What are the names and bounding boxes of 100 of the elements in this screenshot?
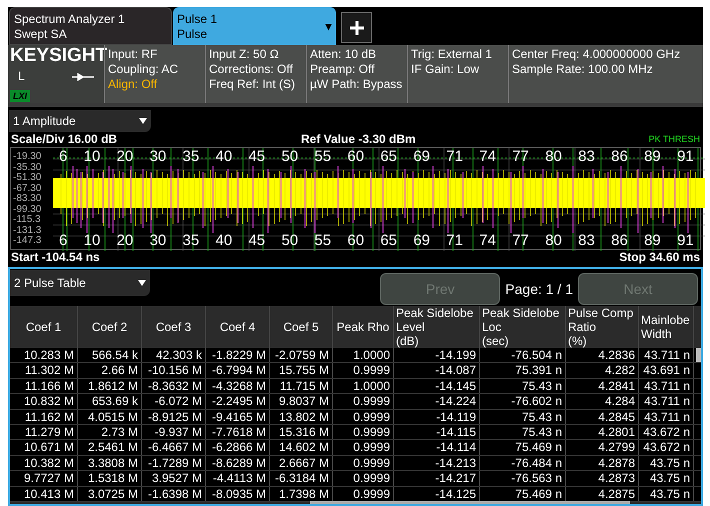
pulse-number: 45 — [248, 232, 266, 249]
table-cell: -76.484 n — [480, 456, 566, 470]
table-cell: 75.43 n — [480, 410, 566, 424]
table-cell: -6.3184 M — [270, 471, 333, 486]
table-cell: -1.7289 M — [142, 456, 206, 470]
table-cell: 10.671 M — [10, 440, 78, 455]
table-cell: 0.9999 — [333, 363, 394, 378]
pulse-number: 50 — [281, 232, 298, 249]
tab-title: Spectrum Analyzer 1 — [14, 12, 125, 27]
page-indicator: Page: 1 / 1 — [505, 280, 573, 299]
table-cell: 4.2845 — [566, 410, 639, 424]
table-cell: 43.711 n — [639, 348, 694, 362]
table-cell: -9.4165 M — [206, 410, 270, 424]
pulse-number: 80 — [545, 148, 562, 165]
table-cell: -76.504 n — [480, 348, 566, 362]
table-cell: 4.2841 — [566, 378, 639, 394]
table-cell: 1.8612 M — [78, 378, 142, 394]
table-cell: 9.7727 M — [10, 471, 78, 486]
tab-subtitle: Pulse — [177, 27, 208, 42]
y-axis-label: -19.30 — [13, 152, 42, 162]
pulse-number: 74 — [479, 232, 496, 249]
table-cell: -14.145 — [394, 378, 480, 394]
mode-letter: L — [18, 69, 25, 84]
table-cell: -8.0935 M — [206, 486, 270, 501]
window-selector-dropdown[interactable]: 2 Pulse Table — [10, 270, 150, 296]
window-selector-dropdown[interactable]: 1 Amplitude — [9, 110, 151, 132]
y-axis-label: -67.30 — [13, 184, 42, 194]
table-cell: 11.279 M — [10, 424, 78, 440]
pulse-number: 89 — [644, 148, 661, 165]
table-cell: 42.303 k — [142, 348, 206, 362]
stop-label: Stop 34.60 ms — [619, 250, 700, 265]
table-cell: 75.43 n — [480, 424, 566, 440]
table-cell: 43.711 n — [639, 410, 694, 424]
status-text: Input: RF — [108, 47, 158, 62]
pulse-number: 69 — [413, 148, 430, 165]
pulse-number: 60 — [347, 148, 364, 165]
table-cell: 43.75 n — [639, 456, 694, 470]
table-cell: 13.802 M — [270, 410, 333, 424]
lxi-badge: LXI — [10, 90, 30, 102]
status-text: Sample Rate: 100.00 MHz — [512, 62, 654, 77]
table-cell: -14.224 — [394, 394, 480, 409]
table-cell: 14.602 M — [270, 440, 333, 455]
table-cell: 1.0000 — [333, 378, 394, 394]
y-axis-label: -35.30 — [13, 162, 42, 173]
table-cell: 4.2801 — [566, 424, 639, 440]
document-tab[interactable]: Pulse 1 Pulse — [173, 7, 336, 45]
y-axis-label: -131.3 — [13, 226, 42, 236]
table-cell: 4.282 — [566, 363, 639, 378]
table-cell: -4.4113 M — [206, 471, 270, 486]
pulse-number: 83 — [578, 148, 595, 165]
table-cell: 0.9999 — [333, 410, 394, 424]
table-cell: 43.711 n — [639, 394, 694, 409]
table-cell: -14.114 — [394, 440, 480, 455]
pulse-number: 35 — [182, 148, 200, 165]
table-cell: 2.73 M — [78, 424, 142, 440]
pulse-number: 40 — [216, 148, 232, 165]
table-cell: 4.2878 — [566, 456, 639, 470]
start-label: Start -104.54 ns — [11, 250, 100, 265]
table-cell: 11.166 M — [10, 378, 78, 394]
table-cell: 10.413 M — [10, 486, 78, 501]
pulse-number: 10 — [84, 148, 100, 165]
pulse-number: 6 — [59, 232, 68, 249]
pulse-number: 55 — [314, 232, 332, 249]
caret-icon — [139, 118, 147, 124]
table-cell: 4.2799 — [566, 440, 639, 455]
status-text: Center Freq: 4.000000000 GHz — [512, 47, 682, 62]
table-cell: 75.391 n — [480, 363, 566, 378]
table-cell: 4.284 — [566, 394, 639, 409]
table-cell: -6.4667 M — [142, 440, 206, 455]
status-text: Corrections: Off — [209, 62, 294, 77]
table-cell: 3.9527 M — [142, 471, 206, 486]
pulse-number: 69 — [413, 232, 430, 249]
add-tab-button[interactable] — [341, 12, 372, 43]
table-cell: 75.469 n — [480, 440, 566, 455]
signal-path-icon — [72, 72, 94, 80]
dropdown-caret-icon — [325, 24, 332, 30]
pulse-number: 20 — [116, 148, 134, 165]
pulse-number: 83 — [578, 232, 595, 249]
pulse-number: 71 — [446, 232, 463, 249]
pulse-number: 80 — [545, 232, 562, 249]
table-cell: 10.832 M — [10, 394, 78, 409]
pulse-number: 74 — [479, 148, 496, 165]
table-cell: 2.5461 M — [78, 440, 142, 455]
caret-icon — [138, 280, 146, 286]
pulse-number: 65 — [380, 232, 398, 249]
table-cell: -1.8229 M — [206, 348, 270, 362]
table-cell: 1.5318 M — [78, 471, 142, 486]
table-cell: -76.602 n — [480, 394, 566, 409]
status-text: Trig: External 1 — [411, 47, 493, 62]
table-cell: -14.217 — [394, 471, 480, 486]
table-cell: -1.6398 M — [142, 486, 206, 501]
status-text: Atten: 10 dB — [310, 47, 378, 62]
document-tab[interactable]: Spectrum Analyzer 1 Swept SA — [9, 7, 172, 45]
pulse-number: 55 — [314, 148, 332, 165]
status-text: Freq Ref: Int (S) — [209, 77, 296, 92]
table-cell: 43.75 n — [639, 486, 694, 501]
y-axis-label: -99.30 — [13, 204, 42, 215]
status-text: Input Z: 50 Ω — [209, 47, 280, 62]
table-cell: 1.0000 — [333, 348, 394, 362]
table-cell: 43.75 n — [639, 471, 694, 486]
